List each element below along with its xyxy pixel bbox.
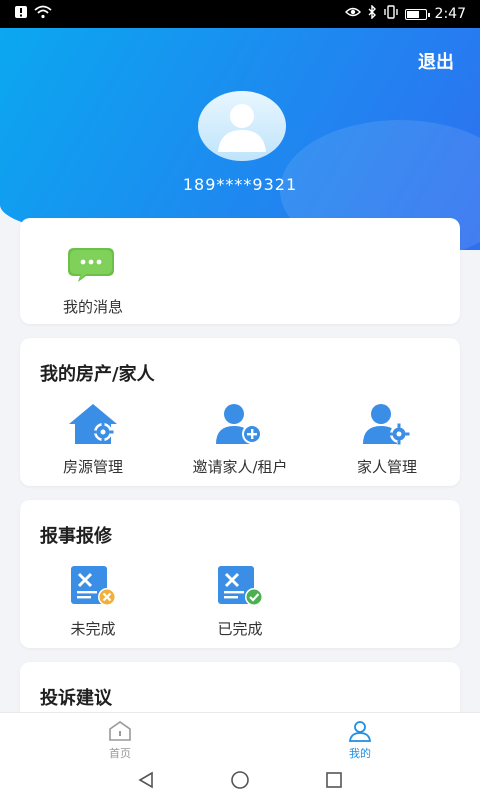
home-circle-icon[interactable] bbox=[229, 769, 251, 795]
repair-pending-item[interactable]: 未完成 bbox=[28, 562, 158, 639]
logout-button[interactable]: 退出 bbox=[418, 48, 454, 74]
back-icon[interactable] bbox=[136, 771, 156, 793]
repair-pending-label: 未完成 bbox=[70, 620, 116, 638]
my-messages-label: 我的消息 bbox=[62, 298, 123, 316]
house-management-item[interactable]: 房源管理 bbox=[28, 400, 158, 477]
my-messages-item[interactable]: 我的消息 bbox=[28, 240, 158, 317]
nav-mine[interactable]: 我的 bbox=[240, 713, 480, 764]
phone-number: 189****9321 bbox=[182, 175, 298, 194]
battery-icon bbox=[404, 8, 430, 20]
nav-home[interactable]: 首页 bbox=[0, 713, 240, 764]
bluetooth-icon bbox=[367, 4, 377, 23]
nav-home-label: 首页 bbox=[109, 747, 131, 760]
messages-card: 我的消息 bbox=[20, 218, 460, 324]
repair-card: 报事报修 未完成 已完成 bbox=[20, 500, 460, 648]
status-time: 2:47 bbox=[434, 6, 466, 22]
recents-icon[interactable] bbox=[324, 770, 344, 794]
home-icon bbox=[107, 720, 133, 745]
eye-icon bbox=[344, 6, 361, 22]
invite-family-label: 邀请家人/租户 bbox=[192, 458, 288, 476]
person-add-icon bbox=[175, 400, 305, 448]
repair-done-item[interactable]: 已完成 bbox=[175, 562, 305, 639]
vibrate-icon bbox=[383, 5, 399, 23]
person-gear-icon bbox=[322, 400, 452, 448]
user-icon bbox=[347, 720, 373, 745]
family-management-label: 家人管理 bbox=[356, 458, 417, 476]
house-management-label: 房源管理 bbox=[62, 458, 123, 476]
status-bar: 2:47 bbox=[0, 0, 480, 28]
wifi-icon bbox=[34, 5, 52, 23]
complaint-card-title: 投诉建议 bbox=[40, 688, 112, 709]
property-card: 我的房产/家人 房源管理 邀请家人/租户 家人管理 bbox=[20, 338, 460, 486]
repair-pending-icon bbox=[28, 562, 158, 610]
repair-card-title: 报事报修 bbox=[40, 526, 112, 547]
nav-mine-label: 我的 bbox=[349, 747, 371, 760]
house-gear-icon bbox=[28, 400, 158, 448]
repair-done-icon bbox=[175, 562, 305, 610]
avatar[interactable] bbox=[196, 90, 288, 162]
property-card-title: 我的房产/家人 bbox=[40, 364, 155, 385]
bottom-nav: 首页 我的 bbox=[0, 712, 480, 764]
alert-icon bbox=[14, 5, 28, 23]
chat-bubble-icon bbox=[28, 240, 158, 288]
repair-done-label: 已完成 bbox=[217, 620, 263, 638]
system-nav-bar bbox=[0, 764, 480, 800]
invite-family-item[interactable]: 邀请家人/租户 bbox=[175, 400, 305, 477]
family-management-item[interactable]: 家人管理 bbox=[322, 400, 452, 477]
